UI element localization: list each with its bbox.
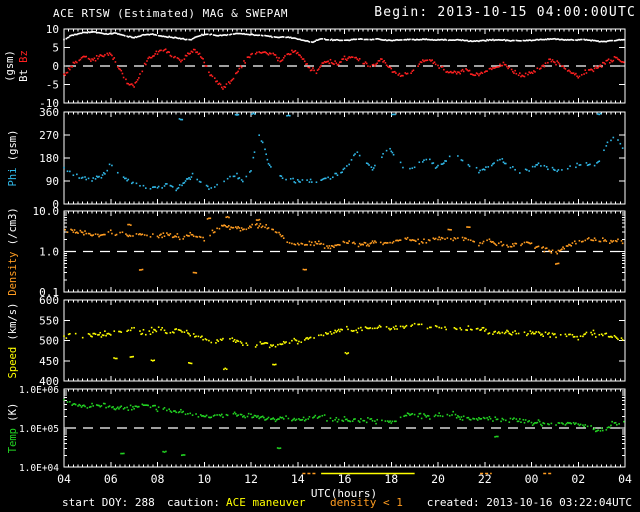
x-tick-label: 10 (197, 472, 211, 486)
y-tick-label: 1.0E+04 (19, 463, 59, 474)
panel-frame (63, 111, 626, 205)
x-tick-label: 06 (104, 472, 118, 486)
x-tick-label: 08 (151, 472, 165, 486)
y-tick-label: 90 (46, 175, 59, 188)
caution-density-label: density < 1 (330, 496, 403, 509)
y-tick-label: 360 (39, 106, 59, 119)
x-tick-label: 04 (618, 472, 632, 486)
x-tick-label: 12 (244, 472, 258, 486)
y-axis-label-units: (gsm) (4, 50, 16, 82)
x-tick-label: 04 (57, 472, 71, 486)
y-tick-label: 180 (39, 152, 59, 165)
panel-temp: 1.0E+06 1.0E+05 1.0E+04Temp (K) (7, 385, 626, 474)
panel-density: 10.01.00.1Density (/cm3) (7, 205, 626, 299)
x-tick-label: 20 (431, 472, 445, 486)
y-tick-label: 500 (39, 335, 59, 348)
series-density (64, 215, 624, 274)
y-tick-label: 270 (39, 129, 59, 142)
y-axis-label: Temp (K) (7, 403, 19, 454)
y-tick-label: -5 (46, 79, 59, 92)
panel-speed: 600550500450400Speed (km/s) (7, 294, 626, 388)
panel-phi: 360270180900Phi (gsm) (7, 106, 626, 211)
ace-rtsw-screen: ACE RTSW (Estimated) MAG & SWEPAM Begin:… (0, 0, 640, 512)
x-tick-label: 00 (525, 472, 539, 486)
y-axis-label: Phi (gsm) (7, 130, 19, 187)
series-bt (63, 31, 625, 44)
x-ticks (63, 111, 626, 205)
x-tick-label: 22 (478, 472, 492, 486)
panel-frame (63, 299, 626, 382)
y-tick-label: 600 (39, 294, 59, 307)
y-tick-label: 1.0 (39, 246, 59, 259)
y-tick-label: 10 (46, 23, 59, 36)
caution-label: caution: (167, 496, 220, 509)
y-tick-label: 450 (39, 355, 59, 368)
y-tick-label: 550 (39, 314, 59, 327)
y-axis-label: Speed (km/s) (7, 303, 19, 379)
y-tick-label: 5 (52, 42, 59, 55)
y-axis-label: Density (/cm3) (7, 207, 19, 296)
series-phi (63, 112, 624, 192)
start-doy-label: start DOY: 288 (62, 496, 155, 509)
panel-bt-bz: 1050-5-10Bt Bz(gsm) (4, 23, 626, 110)
caution-maneuver-label: ACE maneuver (226, 496, 306, 509)
series-bz (63, 48, 625, 90)
x-ticks (63, 299, 626, 382)
y-tick-label: 1.0E+06 (19, 385, 59, 396)
y-axis-label: Bt Bz (18, 50, 30, 82)
x-tick-label: 02 (571, 472, 585, 486)
y-tick-label: 0 (52, 60, 59, 73)
y-tick-label: 1.0E+05 (19, 424, 59, 435)
series-speed (63, 322, 624, 371)
created-timestamp: created: 2013-10-16 03:22:04UTC (426, 496, 632, 509)
y-tick-label: 10.0 (33, 205, 60, 218)
plot-canvas: 1050-5-10Bt Bz(gsm)360270180900Phi (gsm)… (4, 23, 632, 486)
